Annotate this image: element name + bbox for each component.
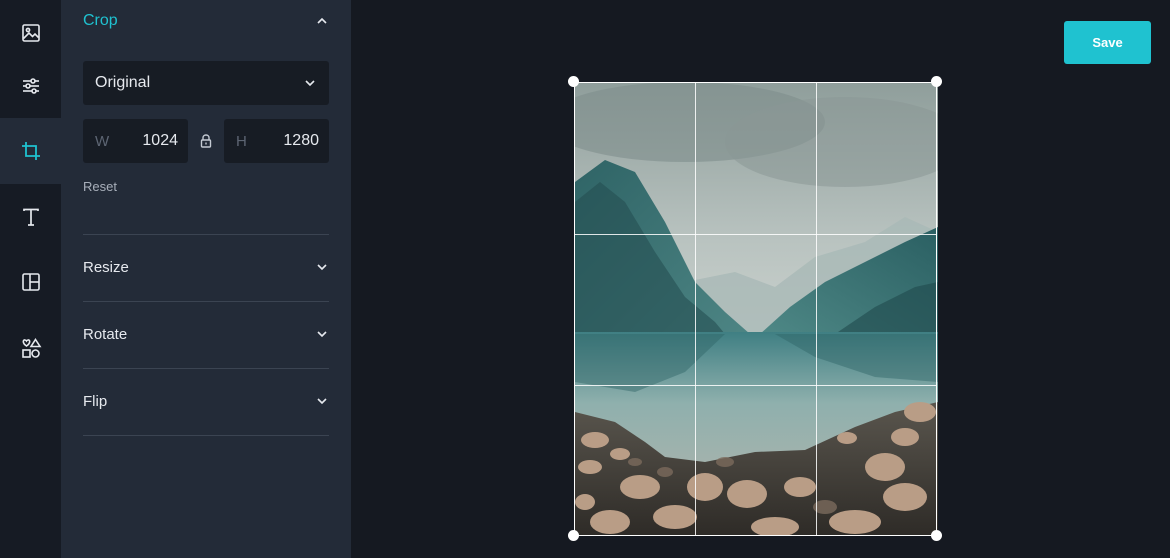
grid-line	[816, 83, 817, 535]
chevron-down-icon	[317, 264, 327, 271]
resize-label: Resize	[83, 258, 129, 276]
sliders-icon	[22, 78, 39, 94]
resize-section[interactable]: Resize	[83, 234, 329, 300]
reset-link[interactable]: Reset	[83, 179, 117, 194]
crop-section-header[interactable]: Crop	[83, 0, 329, 42]
tool-adjust-button[interactable]	[0, 53, 61, 119]
grid-line	[575, 385, 936, 386]
width-field: W	[83, 119, 188, 163]
crop-panel: Crop Original W H Reset Resize Rotate	[61, 0, 351, 558]
crop-icon	[21, 142, 40, 160]
height-input[interactable]	[259, 132, 319, 150]
rotate-label: Rotate	[83, 325, 128, 343]
width-input[interactable]	[118, 132, 178, 150]
divider	[83, 435, 329, 436]
height-field: H	[224, 119, 329, 163]
chevron-up-icon	[317, 17, 327, 24]
width-label: W	[95, 132, 110, 150]
save-button[interactable]: Save	[1064, 21, 1151, 64]
crop-handle-top-right[interactable]	[931, 76, 942, 87]
lock-icon[interactable]	[199, 133, 213, 149]
chevron-down-icon	[317, 331, 327, 338]
aspect-ratio-value: Original	[95, 74, 151, 91]
crop-handle-bottom-left[interactable]	[568, 530, 579, 541]
crop-frame[interactable]	[574, 82, 937, 536]
crop-handle-bottom-right[interactable]	[931, 530, 942, 541]
chevron-down-icon	[305, 80, 315, 87]
grid-line	[575, 234, 936, 235]
rotate-section[interactable]: Rotate	[83, 301, 329, 367]
flip-section[interactable]: Flip	[83, 368, 329, 434]
tool-layout-button[interactable]	[0, 249, 61, 315]
crop-title: Crop	[83, 12, 118, 29]
image-icon	[21, 24, 40, 42]
tool-rail	[0, 0, 61, 558]
flip-label: Flip	[83, 392, 108, 410]
grid-line	[695, 83, 696, 535]
tool-elements-button[interactable]	[0, 315, 61, 381]
crop-handle-top-left[interactable]	[568, 76, 579, 87]
tool-crop-button[interactable]	[0, 118, 61, 184]
height-label: H	[236, 132, 247, 150]
tool-text-button[interactable]	[0, 184, 61, 250]
chevron-down-icon	[317, 398, 327, 405]
layout-icon	[21, 273, 40, 291]
text-icon	[22, 208, 39, 226]
aspect-ratio-select[interactable]: Original	[83, 61, 329, 105]
shapes-icon	[21, 338, 41, 358]
